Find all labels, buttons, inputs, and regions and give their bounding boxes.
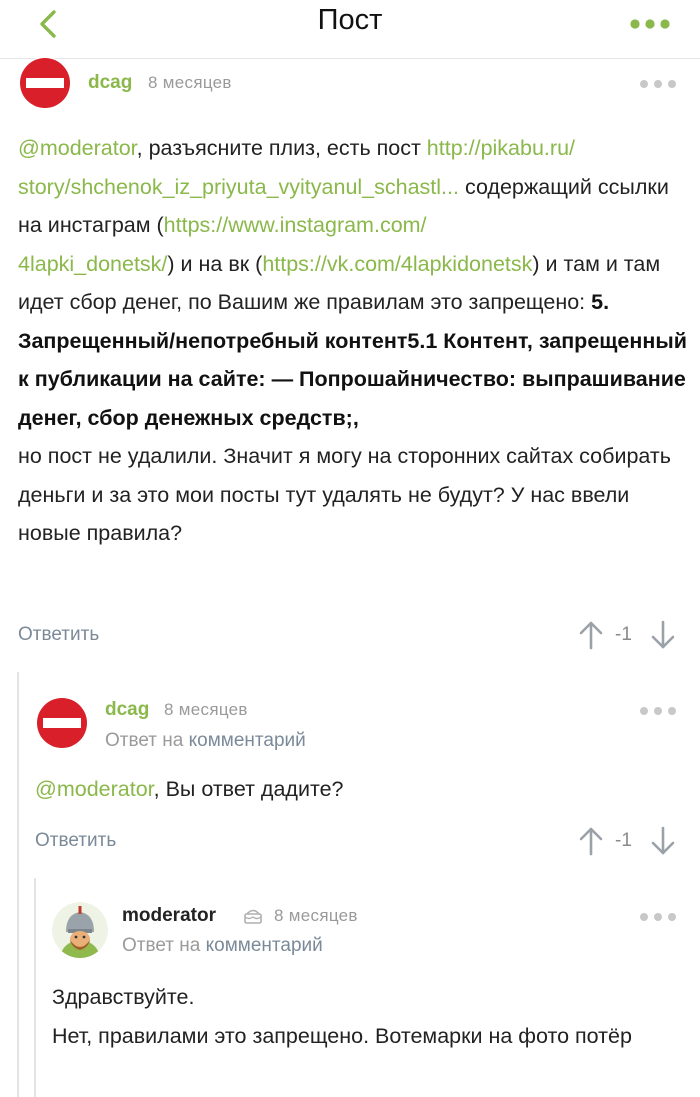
- top-bar: Пост: [0, 0, 700, 52]
- mention-link[interactable]: @moderator: [35, 777, 154, 801]
- reply-button[interactable]: Ответить: [35, 830, 116, 852]
- parent-comment-link[interactable]: комментарий: [206, 935, 323, 956]
- arrow-up-icon[interactable]: [578, 620, 604, 650]
- stop-sign-avatar[interactable]: [18, 56, 72, 110]
- page-title: Пост: [317, 4, 383, 36]
- reply-to-line: Ответ на комментарий: [122, 935, 323, 956]
- comment-time: 8 месяцев: [148, 73, 232, 92]
- post-link-cont[interactable]: story/shchenok_iz_priyuta_vyityanul_scha…: [18, 175, 459, 199]
- reply-to-line: Ответ на комментарий: [105, 730, 306, 751]
- comment-score: -1: [615, 624, 632, 645]
- comment-line: Здравствуйте.: [52, 985, 195, 1009]
- instagram-link-cont[interactable]: 4lapki_donetsk/: [18, 252, 167, 276]
- comment-body: @moderator, Вы ответ дадите?: [35, 777, 344, 801]
- knight-avatar[interactable]: [52, 902, 108, 958]
- thread-line: [34, 878, 36, 1097]
- mention-link[interactable]: @moderator: [18, 136, 137, 160]
- comment-menu-icon[interactable]: [638, 704, 678, 718]
- comment-score: -1: [615, 830, 632, 851]
- arrow-down-icon[interactable]: [650, 620, 676, 650]
- reply-button[interactable]: Ответить: [18, 624, 99, 646]
- comment-text-end: но пост не удалили. Значит я могу на сто…: [18, 444, 671, 545]
- more-dots-icon[interactable]: [628, 14, 672, 34]
- comment-time: 8 месяцев: [164, 700, 248, 719]
- comment-author[interactable]: dcag: [105, 699, 149, 721]
- comment-body: @moderator, разъясните плиз, есть пост h…: [18, 129, 688, 553]
- comment-menu-icon[interactable]: [638, 910, 678, 924]
- comment-time: 8 месяцев: [274, 906, 358, 925]
- instagram-link[interactable]: https://www.instagram.com/: [164, 213, 427, 237]
- comment-author[interactable]: dcag: [88, 72, 132, 94]
- stop-sign-avatar[interactable]: [35, 696, 89, 750]
- thread-line: [17, 672, 19, 1097]
- comment-author[interactable]: moderator: [122, 905, 216, 927]
- vk-link[interactable]: https://vk.com/4lapkidonetsk: [262, 252, 532, 276]
- cake-badge-icon: [244, 909, 262, 924]
- parent-comment-link[interactable]: комментарий: [189, 730, 306, 751]
- header-divider: [0, 58, 700, 59]
- comment-body: Здравствуйте. Нет, правилами это запреще…: [52, 978, 692, 1055]
- comment-line: Нет, правилами это запрещено. Вотемарки …: [52, 1023, 632, 1048]
- post-link[interactable]: http://pikabu.ru/: [427, 136, 575, 160]
- comment-menu-icon[interactable]: [638, 77, 678, 91]
- arrow-down-icon[interactable]: [650, 826, 676, 856]
- arrow-up-icon[interactable]: [578, 826, 604, 856]
